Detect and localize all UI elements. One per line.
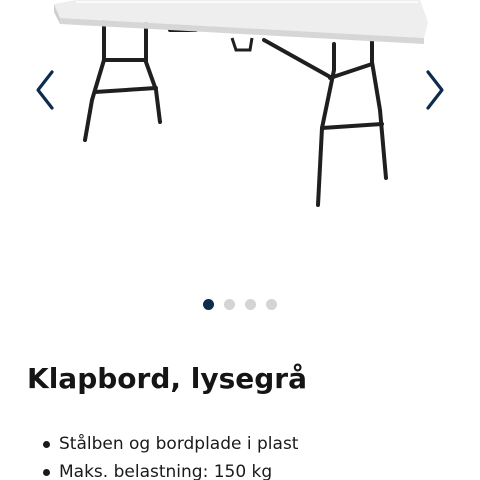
list-item: Stålben og bordplade i plast bbox=[27, 430, 298, 458]
product-title: Klapbord, lysegrå bbox=[27, 362, 307, 395]
previous-image-button[interactable] bbox=[26, 62, 66, 118]
carousel-pagination bbox=[0, 299, 480, 311]
chevron-right-icon bbox=[426, 70, 444, 110]
carousel-dot-4[interactable] bbox=[266, 299, 277, 310]
image-carousel bbox=[0, 0, 480, 290]
bullet-icon bbox=[43, 469, 50, 476]
feature-text: Stålben og bordplade i plast bbox=[59, 434, 299, 454]
carousel-dot-1[interactable] bbox=[203, 299, 214, 310]
carousel-dot-3[interactable] bbox=[245, 299, 256, 310]
product-page: Klapbord, lysegrå Stålben og bordplade i… bbox=[0, 0, 480, 480]
next-image-button[interactable] bbox=[414, 62, 454, 118]
feature-text: Maks. belastning: 150 kg bbox=[59, 462, 273, 480]
chevron-left-icon bbox=[36, 70, 54, 110]
feature-list: Stålben og bordplade i plast Maks. belas… bbox=[27, 430, 298, 480]
list-item: Maks. belastning: 150 kg bbox=[27, 458, 298, 480]
product-image bbox=[54, 0, 428, 207]
bullet-icon bbox=[43, 441, 50, 448]
carousel-dot-2[interactable] bbox=[224, 299, 235, 310]
